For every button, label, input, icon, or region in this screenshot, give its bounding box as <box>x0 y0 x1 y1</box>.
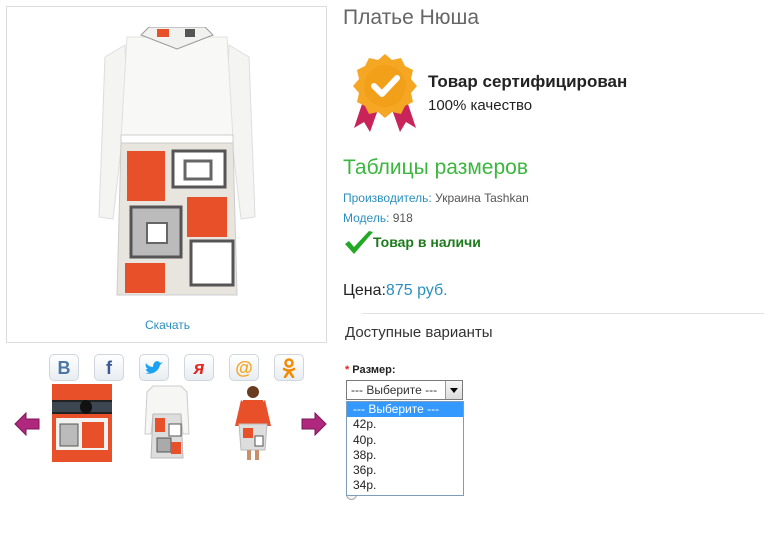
mailru-share-button[interactable]: @ <box>229 354 259 381</box>
dropdown-toggle[interactable] <box>445 381 462 399</box>
required-mark: * <box>345 364 350 376</box>
thumbnail-dress[interactable] <box>137 384 197 462</box>
manufacturer-row: Производитель: Украина Tashkan <box>343 191 529 205</box>
size-dropdown-list: --- Выберите --- 42р. 40р. 38р. 36р. 34р… <box>346 401 464 496</box>
options-title: Доступные варианты <box>345 324 493 341</box>
manufacturer-value: Украина Tashkan <box>435 191 529 205</box>
model-row: Модель: 918 <box>343 211 413 225</box>
manufacturer-key: Производитель: <box>343 191 432 205</box>
size-select-value: --- Выберите --- <box>351 383 438 397</box>
certificate-subtitle: 100% качество <box>428 97 533 114</box>
size-option[interactable]: 38р. <box>347 448 463 463</box>
thumbnail-detail[interactable] <box>52 384 112 462</box>
twitter-share-button[interactable] <box>139 354 169 381</box>
prev-arrow-icon[interactable] <box>14 412 40 436</box>
dress-image[interactable] <box>87 27 267 317</box>
price-value: 875 руб. <box>385 282 448 299</box>
facebook-share-button[interactable]: f <box>94 354 124 381</box>
facebook-icon: f <box>106 357 112 378</box>
chevron-down-icon <box>450 388 458 393</box>
size-label: * Размер: <box>345 364 396 376</box>
twitter-icon <box>145 360 163 374</box>
main-product-image-box: Скачать <box>6 6 327 343</box>
price-row: Цена:875 руб. <box>343 282 448 300</box>
size-option[interactable]: 36р. <box>347 463 463 478</box>
model-value: 918 <box>392 211 413 225</box>
vk-icon: В <box>57 357 71 378</box>
stock-status: Товар в наличи <box>373 234 481 250</box>
size-option[interactable]: --- Выберите --- <box>347 402 463 418</box>
yaru-icon: я <box>193 357 205 378</box>
certificate-title: Товар сертифицирован <box>428 72 628 91</box>
odnoklassniki-share-button[interactable] <box>274 354 304 381</box>
product-title: Платье Нюша <box>343 6 480 29</box>
size-label-text: Размер: <box>352 364 396 376</box>
size-option[interactable]: 40р. <box>347 433 463 448</box>
mailru-icon: @ <box>235 357 253 378</box>
size-select[interactable]: --- Выберите --- <box>346 380 463 400</box>
download-link[interactable]: Скачать <box>7 318 328 332</box>
checkmark-icon <box>345 231 373 254</box>
divider <box>362 313 764 314</box>
odnoklassniki-icon <box>282 357 296 378</box>
vk-share-button[interactable]: В <box>49 354 79 381</box>
size-table-link[interactable]: Таблицы размеров <box>343 156 528 180</box>
yaru-share-button[interactable]: я <box>184 354 214 381</box>
price-label: Цена: <box>343 282 386 299</box>
size-option[interactable]: 34р. <box>347 478 463 493</box>
size-option[interactable]: 42р. <box>347 417 463 432</box>
model-key: Модель: <box>343 211 390 225</box>
next-arrow-icon[interactable] <box>301 412 327 436</box>
certificate-badge-icon <box>353 54 417 132</box>
thumbnail-model[interactable] <box>221 384 281 462</box>
